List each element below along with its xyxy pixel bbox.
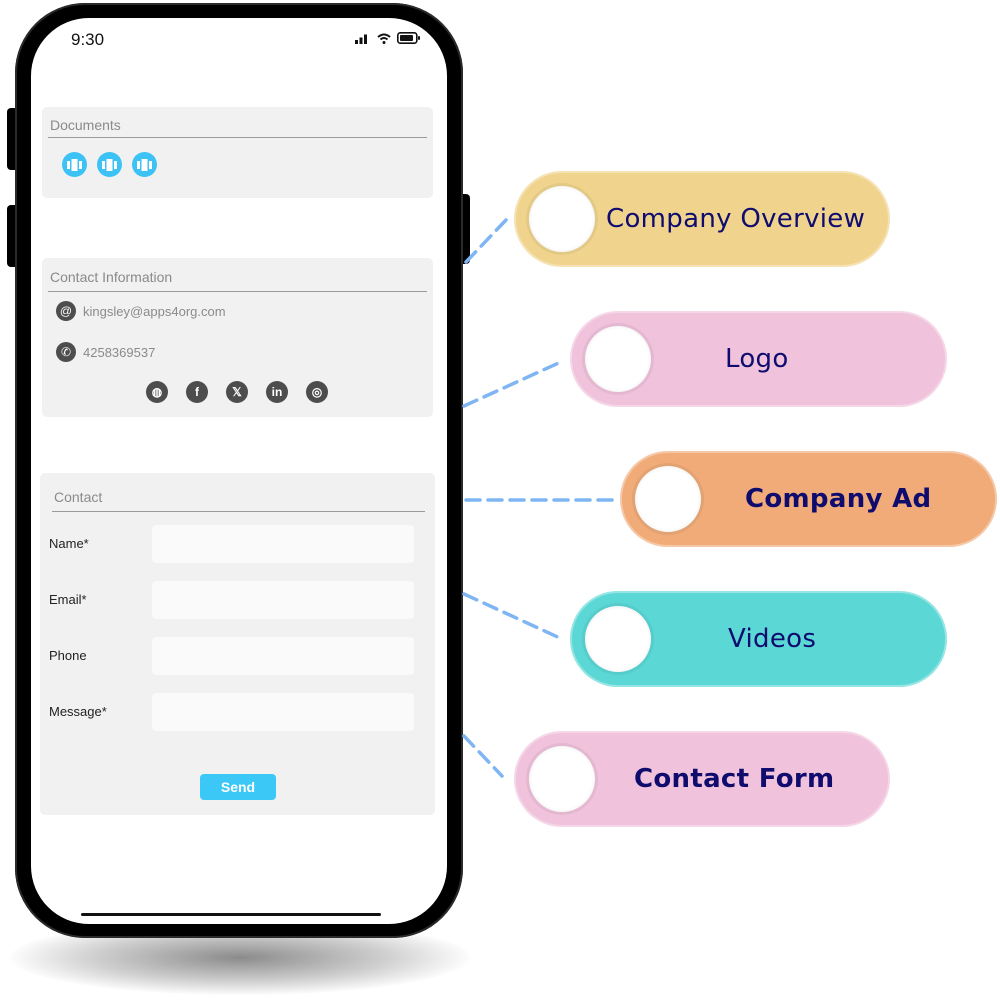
callout-label: Company Overview — [606, 204, 866, 234]
callout-label: Videos — [728, 624, 817, 654]
callout-videos: Videos — [570, 591, 947, 687]
name-input[interactable] — [152, 525, 414, 563]
connector-videos — [462, 592, 564, 641]
document-icon[interactable] — [132, 152, 157, 177]
callout-logo: Logo — [570, 311, 947, 407]
documents-list — [62, 152, 157, 177]
callout-label: Contact Form — [634, 764, 835, 794]
name-row: Name* — [49, 525, 415, 563]
email-row: @ kingsley@apps4org.com — [56, 301, 226, 321]
status-time: 9:30 — [71, 30, 105, 49]
documents-title: Documents — [50, 117, 121, 133]
status-icons — [355, 32, 421, 44]
facebook-icon[interactable]: f — [186, 381, 208, 403]
contact-form-card: Contact Name* Email* Phone Message* Send — [40, 473, 435, 815]
divider — [48, 291, 427, 292]
send-button[interactable]: Send — [200, 774, 276, 800]
callout-company-overview: Company Overview — [514, 171, 890, 267]
x-twitter-icon[interactable]: 𝕏 — [226, 381, 248, 403]
globe-icon[interactable]: ◍ — [146, 381, 168, 403]
documents-card: Documents — [42, 107, 433, 198]
phone-text[interactable]: 4258369537 — [83, 345, 155, 360]
email-label: Email* — [49, 592, 87, 607]
signal-icon — [355, 34, 367, 44]
divider — [52, 511, 425, 512]
social-links: ◍ f 𝕏 in ◎ — [146, 381, 328, 403]
callout-circle — [529, 186, 595, 252]
email-input[interactable] — [152, 581, 414, 619]
email-text[interactable]: kingsley@apps4org.com — [83, 304, 226, 319]
callout-label: Logo — [725, 344, 789, 374]
connector-contact-form — [462, 734, 504, 778]
phone-form-row: Phone — [49, 637, 415, 675]
phone-input[interactable] — [152, 637, 414, 675]
phone-mockup: 9:30 Documents Contact Information @ kin… — [15, 3, 463, 938]
document-icon[interactable] — [97, 152, 122, 177]
home-indicator — [81, 913, 381, 916]
phone-label: Phone — [49, 648, 87, 663]
callout-company-ad: Company Ad — [620, 451, 997, 547]
callout-circle — [635, 466, 701, 532]
email-form-row: Email* — [49, 581, 415, 619]
instagram-icon[interactable]: ◎ — [306, 381, 328, 403]
connector-company-overview — [464, 218, 508, 264]
document-icon[interactable] — [62, 152, 87, 177]
divider — [48, 137, 427, 138]
callout-circle — [529, 746, 595, 812]
connector-logo — [462, 359, 565, 408]
contact-info-title: Contact Information — [50, 269, 173, 285]
contact-info-card: Contact Information @ kingsley@apps4org.… — [42, 258, 433, 417]
name-label: Name* — [49, 536, 89, 551]
callout-circle — [585, 326, 651, 392]
phone-icon: ✆ — [56, 342, 76, 362]
callout-circle — [585, 606, 651, 672]
message-label: Message* — [49, 704, 107, 719]
at-icon: @ — [56, 301, 76, 321]
contact-form-title: Contact — [54, 489, 103, 505]
callout-contact-form: Contact Form — [514, 731, 890, 827]
callout-label: Company Ad — [745, 484, 932, 514]
message-input[interactable] — [152, 693, 414, 731]
wifi-icon — [377, 33, 391, 44]
phone-screen: 9:30 Documents Contact Information @ kin… — [31, 18, 447, 924]
phone-row: ✆ 4258369537 — [56, 342, 155, 362]
battery-icon — [397, 32, 420, 44]
message-row: Message* — [49, 693, 415, 731]
linkedin-icon[interactable]: in — [266, 381, 288, 403]
